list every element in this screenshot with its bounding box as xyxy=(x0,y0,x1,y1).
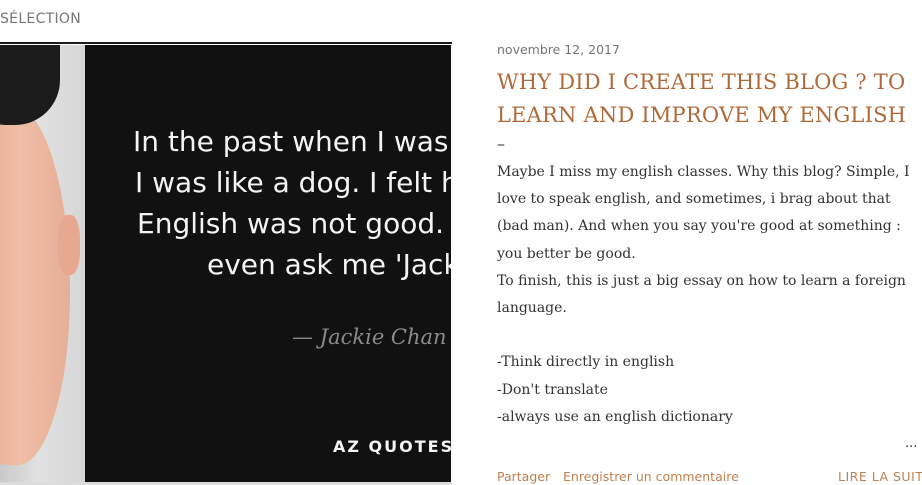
section-label: SÉLECTION xyxy=(0,11,82,27)
title-dash: – xyxy=(497,134,505,153)
body-line: language. xyxy=(497,299,567,316)
quote-line: I was like a dog. I felt h xyxy=(135,166,451,199)
portrait-photo xyxy=(0,45,85,482)
post-body: Maybe I miss my english classes. Why thi… xyxy=(497,159,922,431)
quote-line: In the past when I was xyxy=(133,125,449,158)
portrait-hair xyxy=(0,45,60,125)
body-line: Maybe I miss my english classes. Why thi… xyxy=(497,164,910,180)
body-line: you better be good. xyxy=(497,245,636,262)
quote-line: English was not good. xyxy=(137,207,445,240)
post-date: novembre 12, 2017 xyxy=(497,42,620,57)
read-more-link[interactable]: LIRE LA SUITE xyxy=(838,469,922,484)
body-line: To finish, this is just a big essay on h… xyxy=(497,272,906,289)
body-line xyxy=(497,322,922,349)
body-line: -Think directly in english xyxy=(497,354,675,371)
share-link[interactable]: Partager xyxy=(497,469,550,484)
portrait-ear xyxy=(58,215,80,275)
image-frame-top-border xyxy=(0,42,452,44)
quote-line: even ask me 'Jack xyxy=(207,248,451,281)
body-line: love to speak english, and sometimes, i … xyxy=(497,191,891,208)
portrait-face xyxy=(0,105,70,465)
quote-text: In the past when I was I was like a dog.… xyxy=(100,121,451,285)
post-title[interactable]: WHY DID I CREATE THIS BLOG ? TO LEARN AN… xyxy=(497,66,922,132)
save-comment-link[interactable]: Enregistrer un commentaire xyxy=(563,469,739,484)
body-line: -always use an english dictionary xyxy=(497,408,733,425)
quote-author: — Jackie Chan xyxy=(292,325,447,349)
body-line: -Don't translate xyxy=(497,381,608,398)
quote-image[interactable]: In the past when I was I was like a dog.… xyxy=(0,45,451,482)
azquotes-logo: AZ QUOTES xyxy=(333,437,451,456)
post-ellipsis: ... xyxy=(905,436,918,451)
body-line: (bad man). And when you say you're good … xyxy=(497,218,901,235)
